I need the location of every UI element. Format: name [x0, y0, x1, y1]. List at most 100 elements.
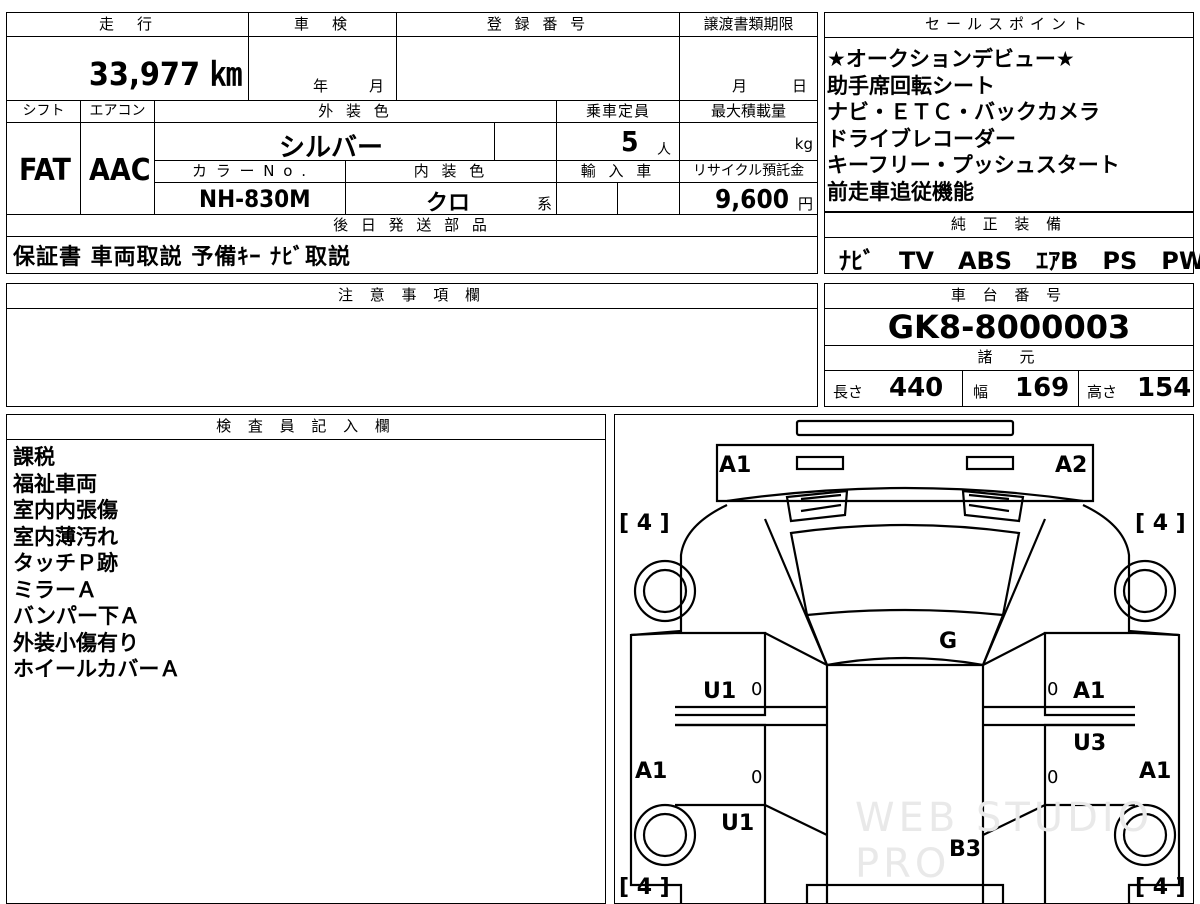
shift-cell: FAT	[7, 123, 81, 215]
sales-point-2: 助手席回転シート	[827, 73, 995, 98]
label-tire-rr: [ 4 ]	[1135, 875, 1186, 900]
label-zero-4: 0	[1047, 767, 1059, 788]
notes-panel: 注 意 事 項 欄	[6, 283, 818, 407]
registration-header: 登 録 番 号	[397, 13, 680, 37]
sales-points-panel: セールスポイント ★オークションデビュー★ 助手席回転シート ナビ・ＥＴＣ・バッ…	[824, 12, 1194, 212]
inspector-line-6: ミラーＡ	[13, 577, 97, 602]
exterior-color-cell: シルバー	[155, 123, 495, 163]
label-back: B3	[949, 837, 982, 862]
spec-height-value: 154	[1137, 373, 1192, 403]
specs-row: 長さ 440 幅 169 高さ 154	[825, 371, 1193, 407]
recycle-unit: 円	[797, 195, 813, 213]
sales-point-3: ナビ・ＥＴＣ・バックカメラ	[827, 100, 1100, 124]
import-cell-a	[557, 183, 618, 215]
sales-points-list: ★オークションデビュー★ 助手席回転シート ナビ・ＥＴＣ・バックカメラ ドライブ…	[825, 38, 1193, 205]
max-load-header: 最大積載量	[680, 101, 817, 123]
equipment-value: ﾅﾋﾞ TV ABS ｴｱB PS PW	[839, 247, 1200, 275]
spec-width: 幅 169	[963, 371, 1079, 407]
sales-point-4: ドライブレコーダー	[827, 126, 1016, 151]
sales-point-1: ★オークションデビュー★	[827, 47, 1075, 71]
recycle-cell: 9,600 円	[680, 183, 817, 215]
spec-height: 高さ 154	[1079, 371, 1193, 407]
exterior-color-header: 外 装 色	[155, 101, 557, 123]
color-no-value: NH-830M	[199, 185, 311, 213]
inspector-line-7: バンパー下Ａ	[13, 604, 141, 628]
label-left-fender: A1	[635, 759, 668, 784]
inspector-line-3: 室内内張傷	[13, 498, 118, 522]
inspector-list: 課税 福祉車両 室内内張傷 室内薄汚れ タッチＰ跡 ミラーＡ バンパー下Ａ 外装…	[7, 440, 605, 683]
transfer-cell: 月 日	[680, 37, 817, 101]
registration-cell	[397, 37, 680, 101]
specs-header: 諸 元	[825, 346, 1193, 371]
color-no-header: カ ラ ー N o .	[155, 161, 346, 183]
label-glass: G	[939, 629, 958, 654]
sales-points-header: セールスポイント	[825, 13, 1193, 38]
sales-point-5: キーフリー・プッシュスタート	[827, 153, 1120, 177]
label-zero-2: 0	[1047, 679, 1059, 700]
later-parts-value: 保証書 車両取説 予備ｷｰ ﾅﾋﾞ取説	[13, 245, 351, 270]
spec-length: 長さ 440	[825, 371, 963, 407]
label-right-front-door: A1	[1073, 679, 1106, 704]
spec-width-label: 幅	[973, 383, 989, 401]
sales-point-6: 前走車追従機能	[827, 179, 974, 204]
spec-length-value: 440	[889, 373, 944, 403]
label-tire-fl: [ 4 ]	[619, 511, 670, 536]
shift-value: FAT	[19, 153, 71, 188]
transfer-day-label: 日	[792, 77, 808, 95]
import-header: 輸 入 車	[557, 161, 680, 183]
car-diagram-panel: WEB STUDIO PRO A1 A2 [ 4 ] [ 4 ] G U1 0 …	[614, 414, 1194, 904]
inspector-line-4: 室内薄汚れ	[13, 524, 118, 549]
label-front-left: A1	[719, 453, 752, 478]
color-no-cell: NH-830M	[155, 183, 346, 215]
interior-color-value: クロ	[426, 191, 471, 216]
capacity-unit: 人	[657, 142, 671, 158]
mileage-value: 33,977 ㎞	[88, 55, 242, 93]
interior-suffix: 系	[536, 195, 552, 213]
inspector-header: 検 査 員 記 入 欄	[7, 415, 605, 440]
label-tire-rl: [ 4 ]	[619, 875, 670, 900]
mileage-cell: 33,977 ㎞	[7, 37, 249, 101]
equipment-header: 純 正 装 備	[825, 213, 1193, 238]
watermark: WEB STUDIO PRO	[855, 795, 1154, 887]
ac-header: エアコン	[81, 101, 155, 123]
capacity-header: 乗車定員	[557, 101, 680, 123]
inspector-line-1: 課税	[13, 445, 55, 469]
capacity-cell: 5 人	[557, 123, 680, 161]
equipment-panel: 純 正 装 備 ﾅﾋﾞ TV ABS ｴｱB PS PW	[824, 212, 1200, 275]
label-left-rear: U1	[721, 811, 755, 836]
recycle-header: リサイクル預託金	[680, 161, 817, 183]
inspection-month-label: 月	[369, 77, 385, 95]
label-zero-3: 0	[751, 767, 763, 788]
transfer-header: 譲渡書類期限	[680, 13, 817, 37]
max-load-unit: kg	[794, 135, 813, 153]
notes-header: 注 意 事 項 欄	[7, 284, 817, 309]
exterior-color-value: シルバー	[279, 133, 384, 163]
spec-length-label: 長さ	[833, 383, 864, 401]
inspection-cell: 年 月	[249, 37, 397, 101]
chassis-header: 車 台 番 号	[825, 284, 1193, 309]
label-right-rear-door: U3	[1073, 731, 1107, 756]
recycle-fee: 9,600	[715, 185, 789, 215]
later-parts-header: 後 日 発 送 部 品	[7, 215, 817, 237]
interior-color-cell: クロ 系	[346, 183, 557, 216]
max-load-cell: kg	[680, 123, 817, 161]
shift-header: シフト	[7, 101, 81, 123]
label-front-right: A2	[1055, 453, 1088, 478]
spec-width-value: 169	[1015, 373, 1070, 403]
mileage-header: 走 行	[7, 13, 249, 37]
ac-value: AAC	[89, 153, 151, 188]
import-cell-b	[618, 183, 680, 215]
inspector-line-9: ホイールカバーＡ	[13, 657, 181, 681]
inspector-panel: 検 査 員 記 入 欄 課税 福祉車両 室内内張傷 室内薄汚れ タッチＰ跡 ミラ…	[6, 414, 606, 904]
inspector-line-5: タッチＰ跡	[13, 551, 118, 575]
label-tire-fr: [ 4 ]	[1135, 511, 1186, 536]
chassis-number: GK8-8000003	[825, 309, 1193, 346]
vehicle-info-panel: 走 行 車 検 登 録 番 号 譲渡書類期限 33,977 ㎞ 年 月 月 日 …	[6, 12, 818, 274]
label-left-front-door: U1	[703, 679, 737, 704]
transfer-month-label: 月	[732, 77, 748, 95]
inspector-line-8: 外装小傷有り	[13, 630, 139, 655]
capacity-value: 5	[621, 125, 639, 158]
inspector-line-2: 福祉車両	[13, 471, 97, 496]
label-zero-1: 0	[751, 679, 763, 700]
spec-height-label: 高さ	[1087, 383, 1118, 401]
